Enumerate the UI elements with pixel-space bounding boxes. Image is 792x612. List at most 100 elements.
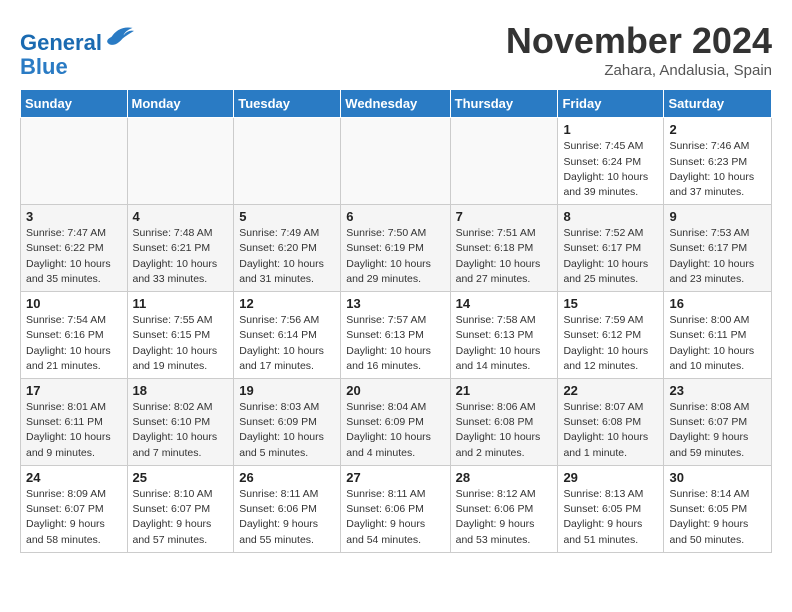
day-info: Sunrise: 7:48 AM Sunset: 6:21 PM Dayligh… (133, 226, 229, 287)
day-number: 3 (26, 209, 122, 224)
day-info: Sunrise: 7:51 AM Sunset: 6:18 PM Dayligh… (456, 226, 553, 287)
day-cell: 10 Sunrise: 7:54 AM Sunset: 6:16 PM Dayli… (21, 292, 128, 379)
day-info: Sunrise: 8:11 AM Sunset: 6:06 PM Dayligh… (239, 487, 335, 548)
month-title: November 2024 (506, 20, 772, 62)
day-info: Sunrise: 7:59 AM Sunset: 6:12 PM Dayligh… (563, 313, 658, 374)
day-number: 14 (456, 296, 553, 311)
day-cell: 26 Sunrise: 8:11 AM Sunset: 6:06 PM Dayli… (234, 465, 341, 552)
day-info: Sunrise: 8:00 AM Sunset: 6:11 PM Dayligh… (669, 313, 766, 374)
day-cell: 3 Sunrise: 7:47 AM Sunset: 6:22 PM Daylig… (21, 205, 128, 292)
header-cell-thursday: Thursday (450, 90, 558, 118)
day-cell: 18 Sunrise: 8:02 AM Sunset: 6:10 PM Dayli… (127, 379, 234, 466)
calendar-body: 1Sunrise: 7:45 AM Sunset: 6:24 PM Daylig… (21, 118, 772, 552)
day-cell: 16 Sunrise: 8:00 AM Sunset: 6:11 PM Dayli… (664, 292, 772, 379)
day-info: Sunrise: 7:55 AM Sunset: 6:15 PM Dayligh… (133, 313, 229, 374)
day-info: Sunrise: 7:54 AM Sunset: 6:16 PM Dayligh… (26, 313, 122, 374)
day-info: Sunrise: 7:57 AM Sunset: 6:13 PM Dayligh… (346, 313, 444, 374)
day-info: Sunrise: 8:11 AM Sunset: 6:06 PM Dayligh… (346, 487, 444, 548)
day-info: Sunrise: 7:50 AM Sunset: 6:19 PM Dayligh… (346, 226, 444, 287)
day-cell: 23 Sunrise: 8:08 AM Sunset: 6:07 PM Dayli… (664, 379, 772, 466)
day-number: 25 (133, 470, 229, 485)
day-number: 24 (26, 470, 122, 485)
day-cell: 30Sunrise: 8:14 AM Sunset: 6:05 PM Dayli… (664, 465, 772, 552)
day-cell: 4Sunrise: 7:48 AM Sunset: 6:21 PM Daylig… (127, 205, 234, 292)
week-row-1: 1Sunrise: 7:45 AM Sunset: 6:24 PM Daylig… (21, 118, 772, 205)
day-cell: 29Sunrise: 8:13 AM Sunset: 6:05 PM Dayli… (558, 465, 664, 552)
day-number: 23 (669, 383, 766, 398)
logo-line1: General (20, 30, 102, 55)
day-cell (234, 118, 341, 205)
header-row: SundayMondayTuesdayWednesdayThursdayFrid… (21, 90, 772, 118)
day-number: 20 (346, 383, 444, 398)
day-cell: 25 Sunrise: 8:10 AM Sunset: 6:07 PM Dayli… (127, 465, 234, 552)
day-info: Sunrise: 8:13 AM Sunset: 6:05 PM Dayligh… (563, 487, 658, 548)
logo-bird-icon (104, 20, 134, 50)
day-number: 18 (133, 383, 229, 398)
day-info: Sunrise: 8:07 AM Sunset: 6:08 PM Dayligh… (563, 400, 658, 461)
week-row-2: 3 Sunrise: 7:47 AM Sunset: 6:22 PM Daylig… (21, 205, 772, 292)
day-info: Sunrise: 8:04 AM Sunset: 6:09 PM Dayligh… (346, 400, 444, 461)
day-number: 15 (563, 296, 658, 311)
day-info: Sunrise: 7:58 AM Sunset: 6:13 PM Dayligh… (456, 313, 553, 374)
day-cell: 14 Sunrise: 7:58 AM Sunset: 6:13 PM Dayli… (450, 292, 558, 379)
day-number: 7 (456, 209, 553, 224)
day-info: Sunrise: 7:49 AM Sunset: 6:20 PM Dayligh… (239, 226, 335, 287)
day-cell: 6Sunrise: 7:50 AM Sunset: 6:19 PM Daylig… (341, 205, 450, 292)
day-number: 2 (669, 122, 766, 137)
page-header: General Blue November 2024 Zahara, Andal… (20, 20, 772, 79)
header-cell-monday: Monday (127, 90, 234, 118)
title-area: November 2024 Zahara, Andalusia, Spain (506, 20, 772, 79)
day-number: 17 (26, 383, 122, 398)
day-info: Sunrise: 8:09 AM Sunset: 6:07 PM Dayligh… (26, 487, 122, 548)
day-cell: 22 Sunrise: 8:07 AM Sunset: 6:08 PM Dayli… (558, 379, 664, 466)
day-info: Sunrise: 8:12 AM Sunset: 6:06 PM Dayligh… (456, 487, 553, 548)
day-number: 8 (563, 209, 658, 224)
day-number: 30 (669, 470, 766, 485)
day-info: Sunrise: 8:02 AM Sunset: 6:10 PM Dayligh… (133, 400, 229, 461)
day-cell (341, 118, 450, 205)
day-number: 5 (239, 209, 335, 224)
day-cell: 13Sunrise: 7:57 AM Sunset: 6:13 PM Dayli… (341, 292, 450, 379)
day-cell: 8 Sunrise: 7:52 AM Sunset: 6:17 PM Daylig… (558, 205, 664, 292)
header-cell-saturday: Saturday (664, 90, 772, 118)
day-cell: 1Sunrise: 7:45 AM Sunset: 6:24 PM Daylig… (558, 118, 664, 205)
day-cell: 15 Sunrise: 7:59 AM Sunset: 6:12 PM Dayli… (558, 292, 664, 379)
day-cell: 12Sunrise: 7:56 AM Sunset: 6:14 PM Dayli… (234, 292, 341, 379)
logo-text: General Blue (20, 20, 134, 79)
day-cell: 24 Sunrise: 8:09 AM Sunset: 6:07 PM Dayli… (21, 465, 128, 552)
day-number: 22 (563, 383, 658, 398)
day-info: Sunrise: 8:06 AM Sunset: 6:08 PM Dayligh… (456, 400, 553, 461)
logo-line2: Blue (20, 54, 68, 79)
day-info: Sunrise: 7:53 AM Sunset: 6:17 PM Dayligh… (669, 226, 766, 287)
header-cell-sunday: Sunday (21, 90, 128, 118)
day-number: 28 (456, 470, 553, 485)
week-row-3: 10 Sunrise: 7:54 AM Sunset: 6:16 PM Dayli… (21, 292, 772, 379)
day-info: Sunrise: 7:47 AM Sunset: 6:22 PM Dayligh… (26, 226, 122, 287)
day-cell: 7 Sunrise: 7:51 AM Sunset: 6:18 PM Daylig… (450, 205, 558, 292)
day-info: Sunrise: 8:10 AM Sunset: 6:07 PM Dayligh… (133, 487, 229, 548)
day-cell: 2 Sunrise: 7:46 AM Sunset: 6:23 PM Daylig… (664, 118, 772, 205)
day-info: Sunrise: 7:52 AM Sunset: 6:17 PM Dayligh… (563, 226, 658, 287)
day-cell (450, 118, 558, 205)
day-number: 27 (346, 470, 444, 485)
day-cell: 20 Sunrise: 8:04 AM Sunset: 6:09 PM Dayli… (341, 379, 450, 466)
day-number: 16 (669, 296, 766, 311)
day-cell: 9 Sunrise: 7:53 AM Sunset: 6:17 PM Daylig… (664, 205, 772, 292)
day-cell: 27 Sunrise: 8:11 AM Sunset: 6:06 PM Dayli… (341, 465, 450, 552)
day-number: 9 (669, 209, 766, 224)
day-cell (127, 118, 234, 205)
day-info: Sunrise: 8:08 AM Sunset: 6:07 PM Dayligh… (669, 400, 766, 461)
day-cell: 21 Sunrise: 8:06 AM Sunset: 6:08 PM Dayli… (450, 379, 558, 466)
week-row-5: 24 Sunrise: 8:09 AM Sunset: 6:07 PM Dayli… (21, 465, 772, 552)
day-number: 26 (239, 470, 335, 485)
day-info: Sunrise: 7:46 AM Sunset: 6:23 PM Dayligh… (669, 139, 766, 200)
day-cell: 17 Sunrise: 8:01 AM Sunset: 6:11 PM Dayli… (21, 379, 128, 466)
day-info: Sunrise: 7:45 AM Sunset: 6:24 PM Dayligh… (563, 139, 658, 200)
day-number: 10 (26, 296, 122, 311)
header-cell-friday: Friday (558, 90, 664, 118)
day-cell (21, 118, 128, 205)
header-cell-tuesday: Tuesday (234, 90, 341, 118)
day-number: 19 (239, 383, 335, 398)
day-number: 21 (456, 383, 553, 398)
day-info: Sunrise: 8:01 AM Sunset: 6:11 PM Dayligh… (26, 400, 122, 461)
